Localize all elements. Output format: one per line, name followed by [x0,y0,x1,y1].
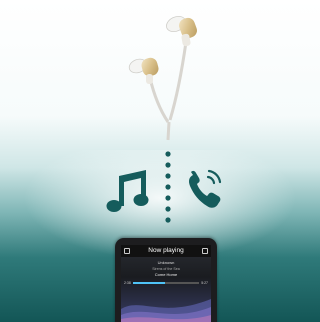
progress-fill [132,282,165,284]
left-cable [148,77,170,123]
phone-call-icon [189,169,222,208]
battery-icon [202,248,208,254]
track-title: Come Home [154,272,178,277]
progress-track[interactable] [132,282,200,284]
music-player-screen: Now playing Unknown Sirens of the Sea Co… [121,245,211,322]
product-illustration: Now playing Unknown Sirens of the Sea Co… [0,0,320,322]
track-info: Unknown Sirens of the Sea Come Home [121,260,211,278]
playback-progress[interactable]: 2:38 5:27 [121,281,211,285]
joined-cable [166,121,171,141]
duration-time: 5:27 [201,281,208,285]
right-cable [168,41,188,121]
now-playing-title: Now playing [148,247,184,254]
now-playing-header: Now playing [121,245,211,257]
right-earbud [166,15,197,47]
music-note-icon [106,170,149,212]
dotted-connection-line [165,151,171,223]
left-earbud [128,57,159,84]
smartphone: Now playing Unknown Sirens of the Sea Co… [115,238,217,322]
elapsed-time: 2:38 [124,281,131,285]
wave-artwork [121,299,211,322]
